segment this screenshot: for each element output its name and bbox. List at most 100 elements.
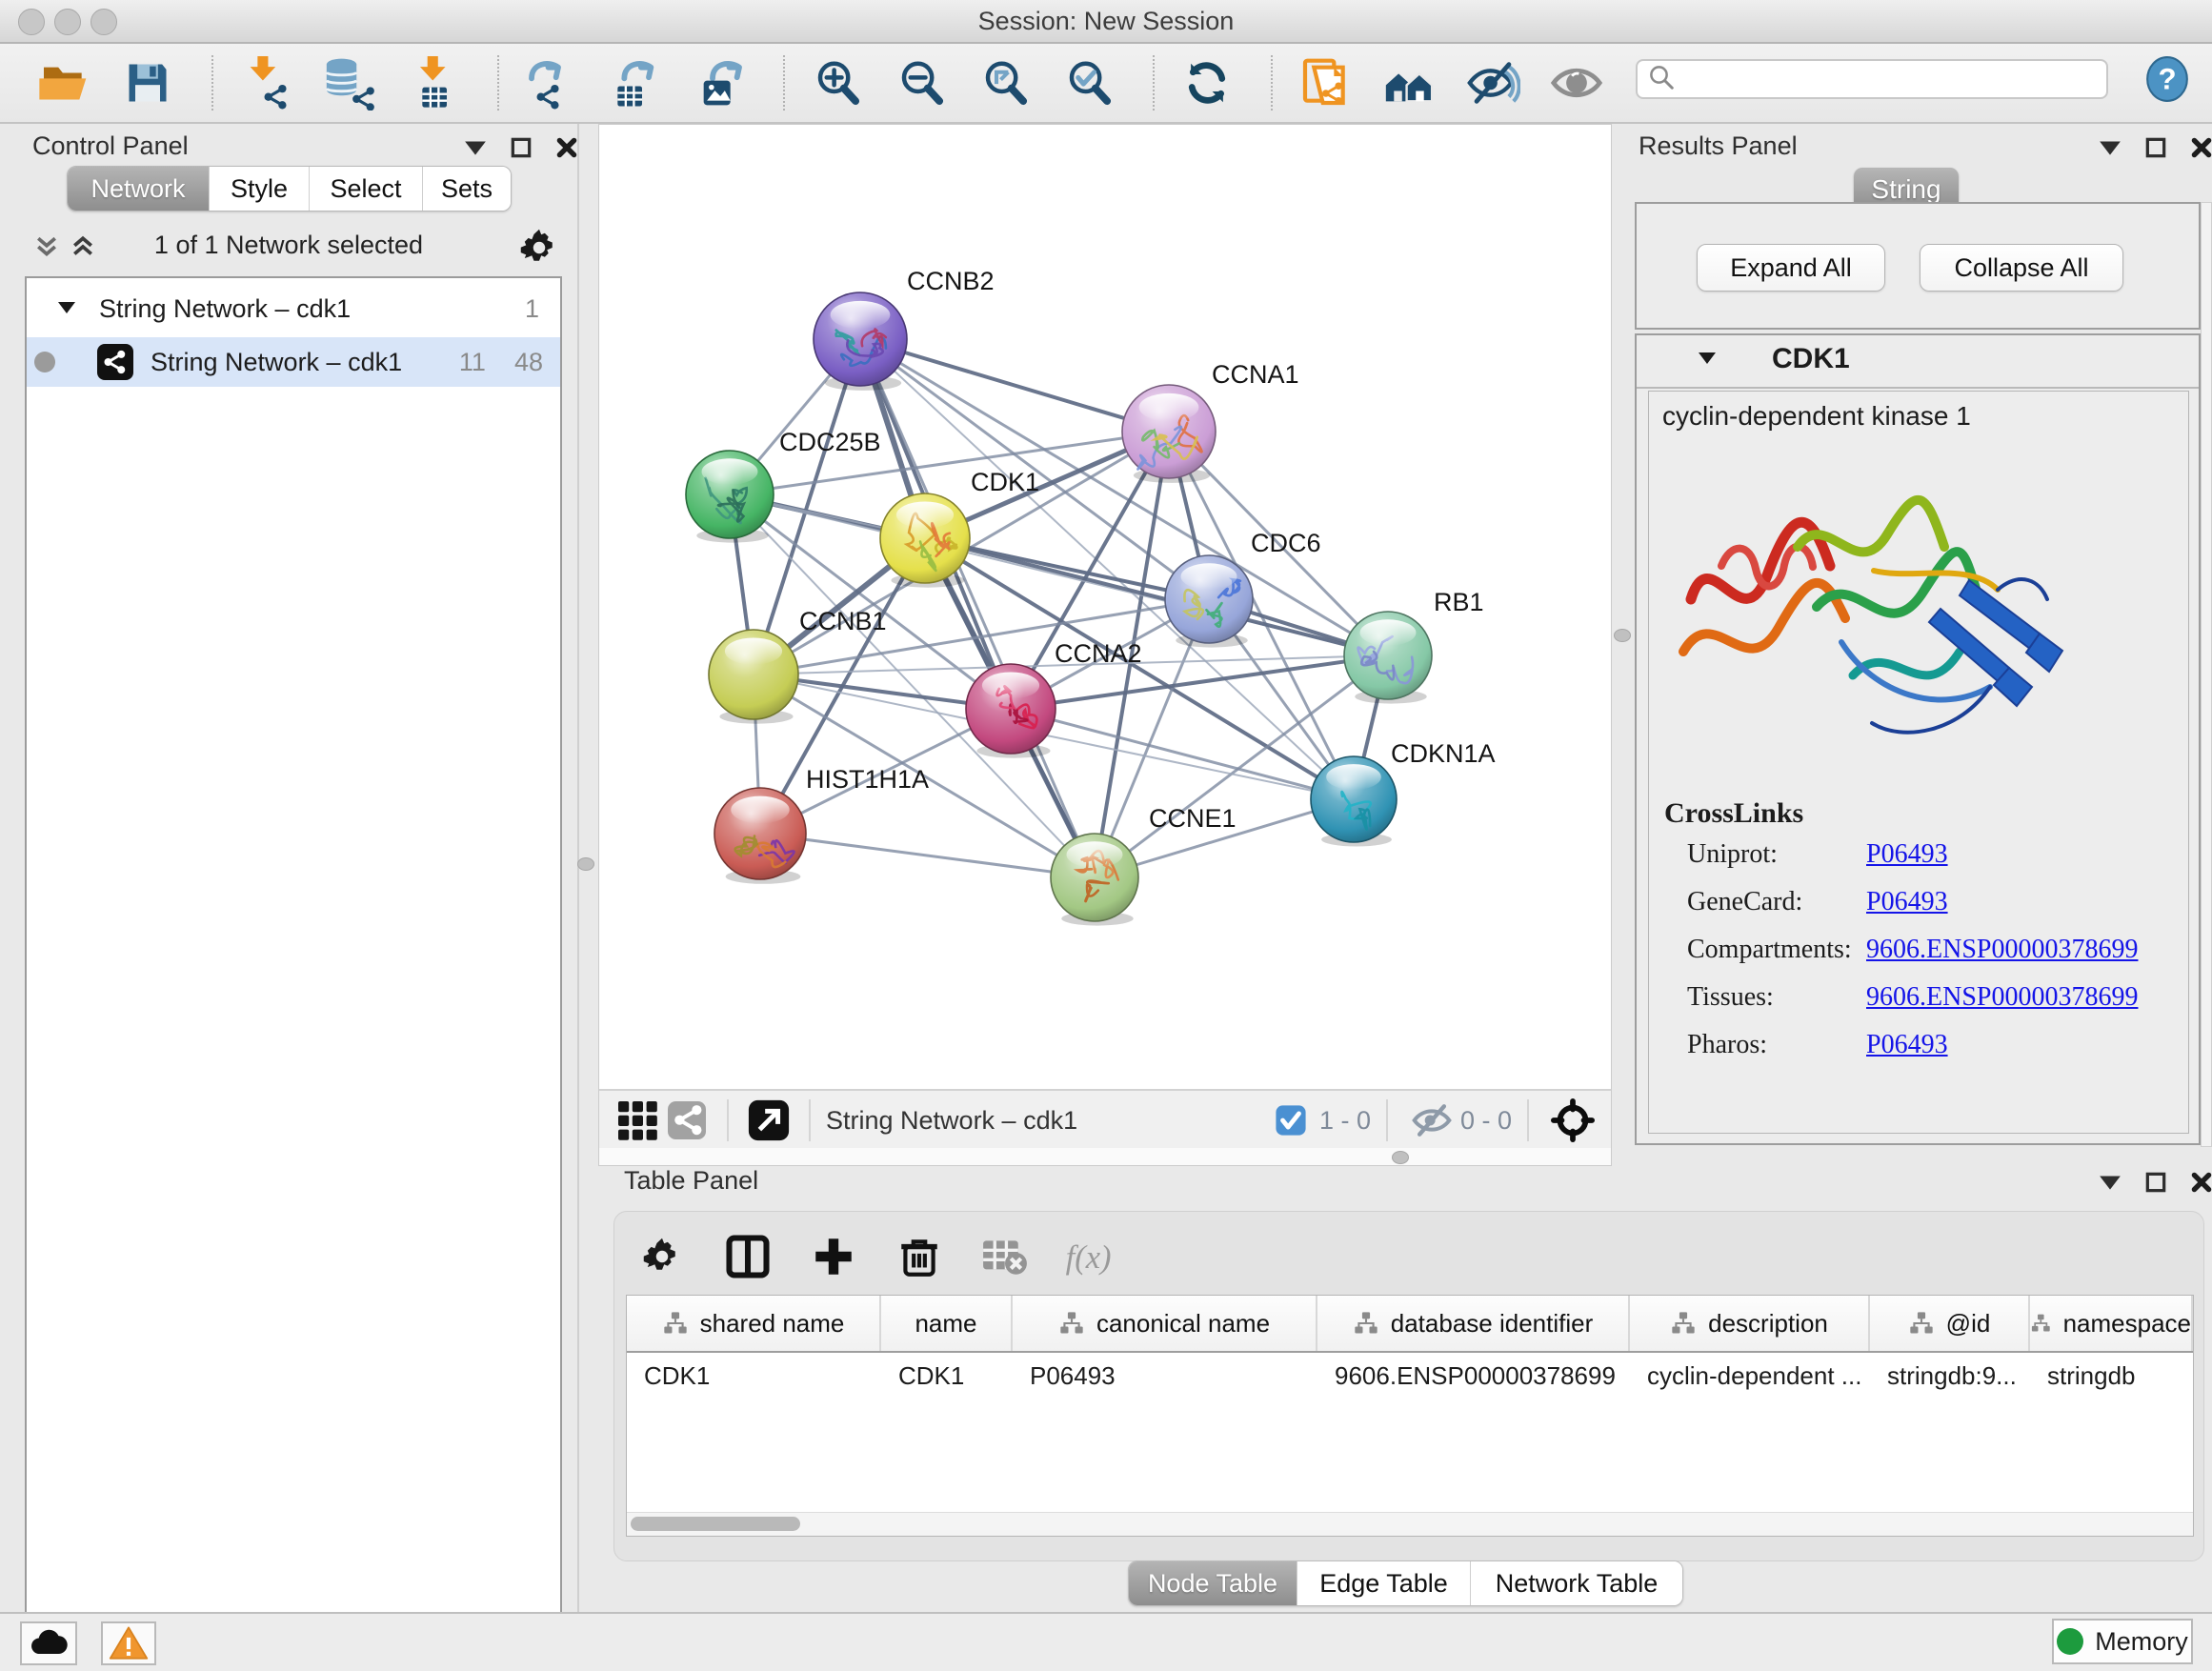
function-builder-icon[interactable]: f(x) — [1062, 1228, 1119, 1285]
expand-all-button[interactable]: Expand All — [1697, 244, 1885, 292]
cloud-status-button[interactable] — [20, 1621, 77, 1665]
column-header-name[interactable]: name — [881, 1296, 1013, 1351]
scrollbar-thumb[interactable] — [631, 1517, 800, 1531]
crosslink-link[interactable]: P06493 — [1866, 1030, 1948, 1060]
crosslink-link[interactable]: P06493 — [1866, 887, 1948, 917]
delete-column-icon[interactable] — [891, 1228, 948, 1285]
table-cell[interactable]: cyclin-dependent ... — [1630, 1361, 1870, 1391]
network-node[interactable]: CCNA1 — [1122, 360, 1299, 483]
network-node[interactable]: CDC6 — [1165, 529, 1321, 648]
column-header-shared-name[interactable]: shared name — [627, 1296, 881, 1351]
network-edge[interactable] — [860, 339, 1169, 432]
table-row[interactable]: CDK1CDK1P064939606.ENSP00000378699cyclin… — [627, 1353, 2193, 1399]
network-edge[interactable] — [760, 834, 1095, 877]
add-column-icon[interactable] — [805, 1228, 862, 1285]
network-collection-row[interactable]: String Network – cdk1 1 — [27, 284, 560, 333]
delete-table-icon[interactable] — [976, 1228, 1034, 1285]
column-header-canonical-name[interactable]: canonical name — [1013, 1296, 1317, 1351]
table-cell[interactable]: stringdb:9... — [1870, 1361, 2030, 1391]
collapse-collection-icon[interactable] — [55, 294, 78, 324]
table-options-gear-icon[interactable] — [633, 1228, 691, 1285]
crosslink-link[interactable]: 9606.ENSP00000378699 — [1866, 935, 2138, 965]
float-panel-icon[interactable] — [463, 137, 488, 163]
float-panel-icon[interactable] — [2098, 137, 2122, 163]
crosslink-link[interactable]: 9606.ENSP00000378699 — [1866, 982, 2138, 1013]
collapse-section-icon[interactable] — [1696, 349, 1719, 372]
fit-selected-crosshair-icon[interactable] — [1544, 1092, 1601, 1149]
help-icon[interactable]: ? — [2143, 55, 2191, 103]
show-graphics-icon[interactable] — [1549, 55, 1604, 111]
zoom-out-icon[interactable] — [894, 55, 949, 111]
table-cell[interactable]: stringdb — [2030, 1361, 2193, 1391]
selected-checkbox-icon[interactable] — [1262, 1092, 1319, 1149]
horizontal-splitter[interactable] — [599, 1148, 1611, 1165]
close-panel-icon[interactable] — [2189, 135, 2212, 165]
export-table-icon[interactable] — [608, 55, 663, 111]
crosslink-link[interactable]: P06493 — [1866, 839, 1948, 870]
home-pair-icon[interactable] — [1381, 55, 1437, 111]
show-columns-icon[interactable] — [719, 1228, 776, 1285]
tab-style[interactable]: Style — [210, 167, 310, 211]
memory-button[interactable]: Memory — [2052, 1619, 2193, 1664]
network-options-gear-icon[interactable] — [518, 227, 560, 273]
tab-node-table[interactable]: Node Table — [1129, 1561, 1297, 1605]
close-panel-icon[interactable] — [554, 135, 579, 165]
zoom-selected-icon[interactable] — [1061, 55, 1116, 111]
network-edge[interactable] — [1011, 709, 1354, 799]
maximize-panel-icon[interactable] — [2143, 1170, 2168, 1199]
network-node[interactable]: CCNB1 — [709, 607, 887, 724]
close-panel-icon[interactable] — [2189, 1170, 2212, 1199]
hide-graphics-icon[interactable] — [1465, 55, 1520, 111]
table-horizontal-scrollbar[interactable] — [627, 1512, 2193, 1536]
table-cell[interactable]: CDK1 — [881, 1361, 1013, 1391]
tab-sets[interactable]: Sets — [423, 167, 511, 211]
splitter-handle[interactable] — [1392, 1151, 1409, 1164]
search-input[interactable] — [1676, 64, 2080, 95]
network-node[interactable]: CCNA2 — [966, 639, 1142, 758]
column-header-namespace[interactable]: namespace — [2030, 1296, 2193, 1351]
vertical-splitter-handle[interactable] — [577, 857, 594, 871]
import-network-database-icon[interactable] — [322, 55, 377, 111]
column-header-database-identifier[interactable]: database identifier — [1317, 1296, 1630, 1351]
search-box[interactable] — [1636, 59, 2108, 99]
column-header-description[interactable]: description — [1630, 1296, 1870, 1351]
hidden-items-eye-icon[interactable] — [1403, 1092, 1460, 1149]
network-node[interactable]: CDKN1A — [1311, 739, 1496, 847]
export-network-icon[interactable] — [524, 55, 579, 111]
export-image-icon[interactable] — [692, 55, 747, 111]
network-row[interactable]: String Network – cdk1 11 48 — [27, 337, 560, 387]
float-panel-icon[interactable] — [2098, 1172, 2122, 1198]
grid-view-icon[interactable] — [613, 1096, 662, 1145]
maximize-panel-icon[interactable] — [509, 135, 533, 165]
zoom-fit-icon[interactable] — [977, 55, 1033, 111]
column-header--id[interactable]: @id — [1870, 1296, 2030, 1351]
import-table-icon[interactable] — [406, 55, 461, 111]
protein-card-header[interactable]: CDK1 — [1637, 335, 2199, 389]
table-cell[interactable]: 9606.ENSP00000378699 — [1317, 1361, 1630, 1391]
import-network-icon[interactable] — [238, 55, 293, 111]
network-node[interactable]: HIST1H1A — [714, 765, 929, 884]
detach-view-icon[interactable] — [744, 1096, 794, 1145]
network-node[interactable]: CCNE1 — [1051, 804, 1237, 926]
table-cell[interactable]: P06493 — [1013, 1361, 1317, 1391]
network-overview-icon[interactable] — [662, 1096, 712, 1145]
collapse-all-button[interactable]: Collapse All — [1920, 244, 2123, 292]
table-cell[interactable]: CDK1 — [627, 1361, 881, 1391]
network-edge[interactable] — [860, 339, 1095, 877]
network-canvas[interactable]: CCNB2CCNA1CDC25BCDK1CDC6RB1CCNB1CCNA2CDK… — [599, 125, 1611, 1089]
refresh-icon[interactable] — [1179, 55, 1235, 111]
save-session-icon[interactable] — [120, 55, 175, 111]
tab-network-table[interactable]: Network Table — [1471, 1561, 1682, 1605]
warnings-button[interactable] — [101, 1621, 156, 1665]
network-node[interactable]: CDC25B — [686, 428, 881, 543]
zoom-in-icon[interactable] — [810, 55, 865, 111]
tab-select[interactable]: Select — [310, 167, 423, 211]
network-node[interactable]: RB1 — [1344, 588, 1484, 704]
string-document-icon[interactable] — [1297, 55, 1353, 111]
open-file-icon[interactable] — [36, 55, 91, 111]
tab-network[interactable]: Network — [68, 167, 210, 211]
maximize-panel-icon[interactable] — [2143, 135, 2168, 165]
vertical-splitter-handle[interactable] — [1614, 629, 1631, 642]
tab-edge-table[interactable]: Edge Table — [1297, 1561, 1471, 1605]
results-scrollbar[interactable] — [2201, 202, 2212, 1147]
